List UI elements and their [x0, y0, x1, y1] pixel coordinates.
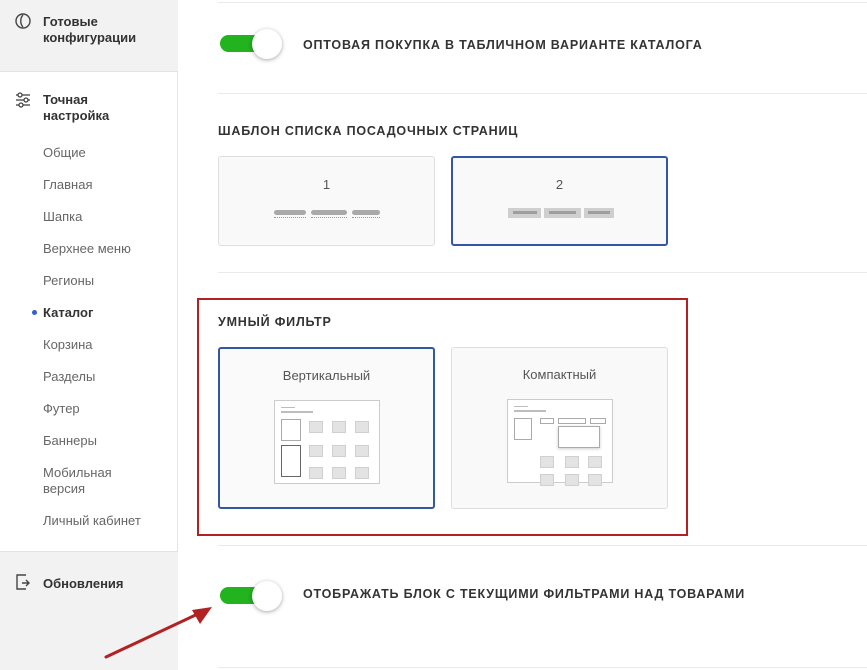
sidebar-item-fine-tuning[interactable]: Точная настройка: [43, 92, 143, 124]
preview-tile-line: [588, 211, 610, 214]
preview-dots: [274, 217, 306, 218]
divider: [218, 2, 867, 3]
wholesale-toggle[interactable]: [218, 29, 282, 59]
active-indicator: [32, 310, 37, 315]
sidebar-item-regions[interactable]: Регионы: [43, 273, 94, 289]
sidebar-item-account[interactable]: Личный кабинет: [43, 513, 141, 529]
current-filters-toggle[interactable]: [218, 581, 282, 611]
wholesale-option-label: Оптовая покупка в табличном варианте кат…: [303, 38, 703, 52]
divider: [218, 667, 867, 668]
sidebar-item-general[interactable]: Общие: [43, 145, 86, 161]
option-label: 1: [322, 177, 331, 192]
sidebar-item-cart[interactable]: Корзина: [43, 337, 93, 353]
sidebar-item-mobile[interactable]: Мобильная версия: [43, 465, 143, 497]
sidebar-item-footer[interactable]: Футер: [43, 401, 80, 417]
current-filters-option-label: Отображать блок с текущими фильтрами над…: [303, 587, 746, 601]
landing-template-title: Шаблон списка посадочных страниц: [218, 124, 519, 138]
sidebar-item-top-menu[interactable]: Верхнее меню: [43, 241, 131, 257]
option-label: 2: [555, 177, 564, 192]
preview-bar: [274, 210, 306, 215]
update-icon: [16, 574, 30, 590]
sidebar-item-main[interactable]: Главная: [43, 177, 92, 193]
sidebar-item-sections[interactable]: Разделы: [43, 369, 95, 385]
sidebar-item-updates[interactable]: Обновления: [43, 576, 124, 592]
preview-dots: [311, 217, 347, 218]
preview-tile-line: [513, 211, 537, 214]
sidebar-item-catalog[interactable]: Каталог: [43, 305, 93, 321]
sidebar-item-ready-configs[interactable]: Готовые конфигурации: [43, 14, 163, 46]
divider: [218, 93, 867, 94]
sidebar-section-ready-configs[interactable]: Готовые конфигурации: [0, 0, 178, 72]
landing-template-option-2[interactable]: 2: [451, 156, 668, 246]
landing-template-option-1[interactable]: 1: [218, 156, 435, 246]
divider: [218, 272, 867, 273]
sidebar-item-banners[interactable]: Баннеры: [43, 433, 97, 449]
sidebar: Готовые конфигурации Точная настройка Об…: [0, 0, 178, 670]
toggle-knob: [252, 29, 282, 59]
preview-tile-line: [549, 211, 576, 214]
preview-bar: [311, 210, 347, 215]
sliders-icon: [16, 92, 30, 108]
settings-page: Готовые конфигурации Точная настройка Об…: [0, 0, 867, 670]
sidebar-item-header[interactable]: Шапка: [43, 209, 82, 225]
preview-dots: [352, 217, 380, 218]
annotation-highlight-box: [197, 298, 688, 536]
toggle-knob: [252, 581, 282, 611]
config-icon: [15, 13, 31, 29]
divider: [218, 545, 867, 546]
preview-bar: [352, 210, 380, 215]
annotation-arrow-icon: [104, 607, 212, 659]
